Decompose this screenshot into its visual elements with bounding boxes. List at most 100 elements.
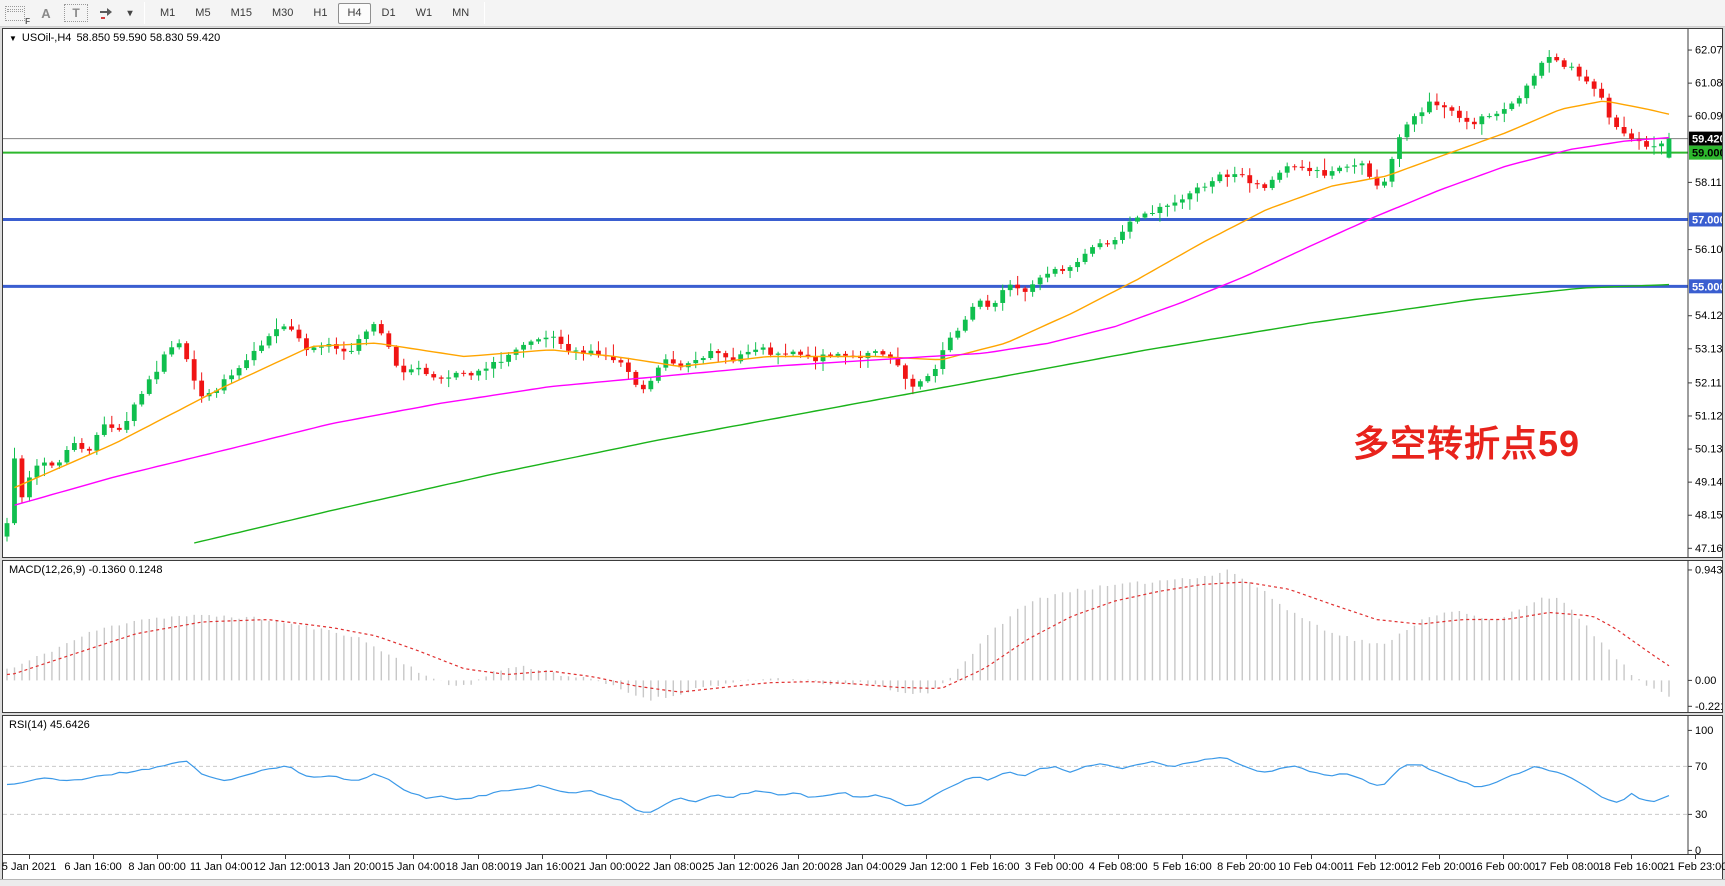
time-tick — [926, 855, 927, 859]
time-axis-label: 4 Feb 08:00 — [1089, 861, 1148, 873]
time-tick — [413, 855, 414, 859]
svg-text:51.120: 51.120 — [1695, 410, 1722, 422]
macd-indicator-pane[interactable]: 0.9434 0.00 -0.2213 MACD(12,26,9) -0.1360 … — [2, 560, 1723, 713]
rsi-indicator-pane[interactable]: 100 70 30 0 RSI(14) 45.6426 — [2, 715, 1723, 855]
svg-text:0.9434: 0.9434 — [1695, 564, 1722, 576]
time-tick — [478, 855, 479, 859]
time-axis-label: 16 Feb 00:00 — [1470, 861, 1535, 873]
rsi-canvas[interactable]: 100 70 30 0 — [3, 716, 1722, 854]
time-tick — [93, 855, 94, 859]
time-tick — [1503, 855, 1504, 859]
time-tick — [1246, 855, 1247, 859]
collapse-icon[interactable]: ▼ — [9, 34, 17, 43]
time-tick — [1375, 855, 1376, 859]
svg-text:54.120: 54.120 — [1695, 310, 1722, 322]
time-axis-label: 6 Jan 16:00 — [64, 861, 122, 873]
svg-text:100: 100 — [1695, 725, 1713, 737]
time-tick — [1631, 855, 1632, 859]
macd-canvas[interactable]: 0.9434 0.00 -0.2213 — [3, 561, 1722, 712]
trading-platform-window: F A T ▾ M1M5M15M30H1H4D1W1MN 62.07061.08… — [0, 0, 1725, 886]
grid-f-sub: F — [25, 17, 30, 26]
svg-text:59.420: 59.420 — [1692, 134, 1722, 146]
main-chart-canvas[interactable]: 62.07061.08060.09058.11056.10054.12053.1… — [3, 29, 1722, 557]
svg-text:49.140: 49.140 — [1695, 477, 1722, 489]
time-axis-label: 8 Jan 00:00 — [128, 861, 186, 873]
time-tick — [862, 855, 863, 859]
time-tick — [349, 855, 350, 859]
ohlc-values: 58.850 59.590 58.830 59.420 — [76, 32, 220, 44]
symbol-title: USOil-,H4 — [22, 32, 72, 44]
svg-text:-0.2213: -0.2213 — [1695, 701, 1722, 712]
toolbar-separator — [484, 2, 485, 24]
svg-text:70: 70 — [1695, 761, 1707, 773]
arrows-tool-icon[interactable] — [94, 3, 118, 23]
time-tick — [1567, 855, 1568, 859]
macd-label: MACD(12,26,9) -0.1360 0.1248 — [9, 564, 162, 576]
time-tick — [542, 855, 543, 859]
time-axis-label: 18 Jan 08:00 — [446, 861, 510, 873]
svg-text:30: 30 — [1695, 809, 1707, 821]
svg-text:55.000: 55.000 — [1692, 281, 1722, 293]
rsi-label: RSI(14) 45.6426 — [9, 719, 90, 731]
svg-text:56.100: 56.100 — [1695, 244, 1722, 256]
timeframe-button-m1[interactable]: M1 — [151, 3, 184, 24]
time-axis-label: 8 Feb 20:00 — [1217, 861, 1276, 873]
time-axis-label: 29 Jan 12:00 — [894, 861, 958, 873]
time-tick — [606, 855, 607, 859]
time-axis[interactable]: 5 Jan 2021 6 Jan 16:00 8 Jan 00:00 11 Jan 0… — [2, 855, 1723, 879]
timeframe-button-d1[interactable]: D1 — [373, 3, 405, 24]
timeframe-button-w1[interactable]: W1 — [407, 3, 442, 24]
svg-text:0.00: 0.00 — [1695, 675, 1716, 687]
svg-text:50.130: 50.130 — [1695, 444, 1722, 456]
time-axis-label: 17 Feb 08:00 — [1534, 861, 1599, 873]
timeframe-button-m30[interactable]: M30 — [263, 3, 302, 24]
svg-text:48.150: 48.150 — [1695, 510, 1722, 522]
time-tick — [285, 855, 286, 859]
time-axis-label: 21 Jan 00:00 — [574, 861, 638, 873]
time-tick — [798, 855, 799, 859]
time-axis-label: 19 Jan 16:00 — [510, 861, 574, 873]
arrows-glyph — [98, 5, 114, 21]
time-axis-label: 11 Jan 04:00 — [190, 861, 253, 873]
time-axis-label: 12 Feb 20:00 — [1406, 861, 1471, 873]
time-axis-label: 3 Feb 00:00 — [1025, 861, 1084, 873]
time-tick — [157, 855, 158, 859]
svg-text:0: 0 — [1695, 845, 1701, 854]
time-axis-label: 26 Jan 20:00 — [766, 861, 830, 873]
svg-text:47.160: 47.160 — [1695, 543, 1722, 555]
timeframe-button-m5[interactable]: M5 — [186, 3, 219, 24]
time-tick — [990, 855, 991, 859]
text-label-tool-icon[interactable]: A — [34, 3, 58, 23]
grid-glyph — [5, 6, 25, 21]
time-axis-label: 21 Feb 23:00 — [1663, 861, 1725, 873]
time-axis-label: 12 Jan 12:00 — [253, 861, 317, 873]
time-tick — [734, 855, 735, 859]
chart-template-icon[interactable]: F — [2, 3, 28, 23]
timeframe-button-h1[interactable]: H1 — [304, 3, 336, 24]
time-axis-label: 1 Feb 16:00 — [961, 861, 1020, 873]
time-tick — [1054, 855, 1055, 859]
time-axis-label: 5 Jan 2021 — [2, 861, 56, 873]
timeframe-button-mn[interactable]: MN — [443, 3, 478, 24]
time-tick — [29, 855, 30, 859]
time-tick — [1695, 855, 1696, 859]
time-tick — [221, 855, 222, 859]
time-axis-label: 10 Feb 04:00 — [1278, 861, 1343, 873]
svg-text:58.110: 58.110 — [1695, 177, 1722, 189]
time-axis-label: 18 Feb 16:00 — [1599, 861, 1664, 873]
timeframe-button-m15[interactable]: M15 — [222, 3, 261, 24]
svg-text:59.000: 59.000 — [1692, 148, 1722, 160]
svg-text:52.110: 52.110 — [1695, 377, 1722, 389]
time-tick — [1311, 855, 1312, 859]
time-axis-label: 15 Jan 04:00 — [382, 861, 446, 873]
text-box-tool-icon[interactable]: T — [64, 4, 88, 22]
dropdown-caret-icon[interactable]: ▾ — [124, 3, 136, 23]
svg-text:57.000: 57.000 — [1692, 214, 1722, 226]
svg-text:62.070: 62.070 — [1695, 45, 1722, 57]
time-tick — [1439, 855, 1440, 859]
time-axis-label: 11 Feb 12:00 — [1343, 861, 1407, 873]
timeframe-group: M1M5M15M30H1H4D1W1MN — [150, 0, 479, 27]
timeframe-button-h4[interactable]: H4 — [338, 3, 370, 24]
time-axis-label: 22 Jan 08:00 — [638, 861, 702, 873]
main-chart-pane[interactable]: 62.07061.08060.09058.11056.10054.12053.1… — [2, 28, 1723, 558]
